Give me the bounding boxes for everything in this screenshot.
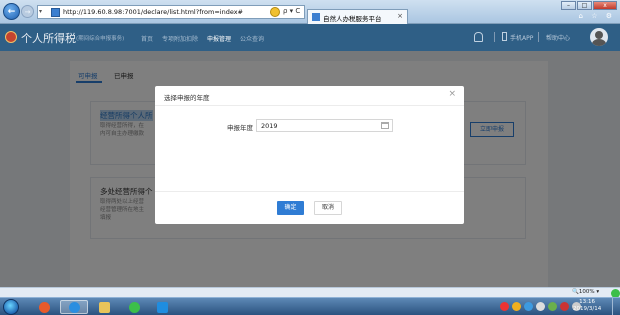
divider <box>155 191 464 192</box>
bell-icon[interactable] <box>474 32 483 42</box>
clock-date: 2019/3/14 <box>573 306 602 312</box>
tab-favicon-icon <box>312 13 320 21</box>
nav-declare-management[interactable]: 申报管理 <box>207 34 231 43</box>
dialog-title: 选择申报的年度 <box>164 94 210 102</box>
page-icon <box>51 8 60 17</box>
windows-taskbar: 13:16 2019/3/14 <box>0 297 620 315</box>
cancel-button[interactable]: 取消 <box>314 201 342 215</box>
address-dropdown-icon[interactable]: ▾ <box>39 8 42 15</box>
address-url[interactable]: http://119.60.8.98:7001/declare/list.htm… <box>63 8 243 16</box>
nav-public-query[interactable]: 公众查询 <box>240 34 264 43</box>
window-close-button[interactable]: x <box>593 1 617 10</box>
tab-title: 自然人办税服务平台 <box>323 15 382 23</box>
site-subtitle: (期间综合申报事务) <box>76 36 125 42</box>
header-divider <box>494 32 495 42</box>
browser-status-bar: 🔍100% ▾ <box>0 287 620 298</box>
tray-icon[interactable] <box>536 302 545 311</box>
taskbar-app[interactable] <box>120 300 148 314</box>
tax-emblem-icon <box>5 31 17 43</box>
taskbar-app[interactable] <box>30 300 58 314</box>
year-date-picker[interactable]: 2019 <box>256 119 393 132</box>
back-arrow-icon[interactable]: ← <box>3 3 20 20</box>
site-title: 个人所得税 <box>21 32 76 45</box>
tray-icon[interactable] <box>524 302 533 311</box>
avatar[interactable] <box>590 28 608 46</box>
close-icon[interactable]: × <box>448 89 456 99</box>
taskbar-explorer[interactable] <box>90 300 118 314</box>
nav-home[interactable]: 首页 <box>141 34 153 43</box>
show-desktop-button[interactable] <box>612 298 620 315</box>
system-tray <box>500 302 581 311</box>
app-icon <box>128 301 140 313</box>
nav-special-deduction[interactable]: 专项附加扣除 <box>162 34 198 43</box>
confirm-button[interactable]: 确定 <box>277 201 304 215</box>
select-year-dialog: 选择申报的年度 × 申报年度 2019 确定 取消 <box>155 86 464 224</box>
mobile-app-link[interactable]: 手机APP <box>510 33 533 42</box>
app-icon <box>156 301 168 313</box>
ie-icon <box>68 301 80 313</box>
zoom-level[interactable]: 🔍100% ▾ <box>572 289 599 295</box>
forward-arrow-icon[interactable]: → <box>21 5 34 18</box>
phone-icon <box>502 32 507 41</box>
refresh-icon[interactable]: ρ ▾ C <box>283 7 300 15</box>
calendar-icon[interactable] <box>381 122 389 129</box>
taskbar-app[interactable] <box>148 300 176 314</box>
taskbar-clock[interactable]: 13:16 2019/3/14 <box>573 299 601 313</box>
taskbar-ie[interactable] <box>60 300 88 314</box>
start-button[interactable] <box>3 299 19 315</box>
maximize-button[interactable]: □ <box>577 1 592 10</box>
browser-tab[interactable]: 自然人办税服务平台 × <box>307 9 408 24</box>
app-icon <box>38 301 50 313</box>
tray-icon[interactable] <box>560 302 569 311</box>
address-bar[interactable]: ▾ http://119.60.8.98:7001/declare/list.h… <box>37 5 305 19</box>
minimize-button[interactable]: – <box>561 1 576 10</box>
tray-icon[interactable] <box>500 302 509 311</box>
tray-icon[interactable] <box>548 302 557 311</box>
help-center-link[interactable]: 帮助中心 <box>546 33 570 42</box>
compat-view-icon[interactable] <box>270 7 280 17</box>
folder-icon <box>98 301 110 313</box>
header-divider <box>538 32 539 42</box>
browser-toolbar: ← → ▾ http://119.60.8.98:7001/declare/li… <box>0 0 620 24</box>
clock-time: 13:16 <box>579 299 596 305</box>
tab-close-icon[interactable]: × <box>397 12 403 20</box>
home-star-gear-icon[interactable]: ⌂ ☆ ⚙ <box>579 12 615 20</box>
main-nav: 首页 专项附加扣除 申报管理 公众查询 <box>141 34 264 43</box>
window-controls: – □ x <box>561 1 617 10</box>
tray-icon[interactable] <box>512 302 521 311</box>
year-value: 2019 <box>261 122 278 130</box>
divider <box>155 105 464 106</box>
zoom-value: 100% <box>578 289 595 295</box>
site-header: 个人所得税 (期间综合申报事务) 首页 专项附加扣除 申报管理 公众查询 手机A… <box>0 24 620 51</box>
year-label: 申报年度 <box>227 124 253 132</box>
